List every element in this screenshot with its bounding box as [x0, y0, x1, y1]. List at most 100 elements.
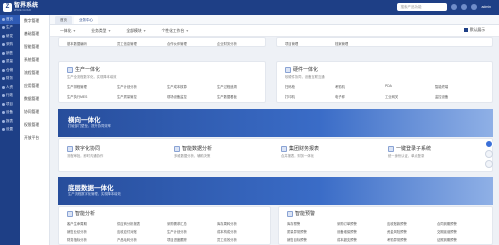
subnav-item[interactable]: 权限管理: [20, 119, 49, 132]
link-item[interactable]: 应收应付对账: [117, 229, 137, 234]
card-smart-warning[interactable]: 智能预警 库存预警 采购订单预警 应收账款预警 合同到期预警 质量异常预警 设备…: [278, 206, 493, 245]
filter-dropdown[interactable]: 一体化 ▾: [60, 28, 75, 34]
link-item[interactable]: 证照到期预警: [437, 237, 457, 242]
link-item[interactable]: 合作伙伴管理: [167, 41, 187, 46]
link-item[interactable]: 成本构成分析: [217, 229, 237, 234]
search-input[interactable]: 搜索产品功能: [397, 3, 448, 11]
link-item[interactable]: 库存预警: [287, 221, 300, 226]
link-item[interactable]: 采购需求汇总: [167, 221, 187, 226]
chevron-down-icon: ▾: [73, 28, 76, 33]
subnav-item[interactable]: 智能管理: [20, 41, 49, 54]
link-item[interactable]: 现场设备监控: [167, 94, 187, 99]
link-item[interactable]: 资金风险预警: [387, 229, 407, 234]
link-item[interactable]: 生产数据看板: [217, 94, 237, 99]
link-item[interactable]: 监控设备: [435, 94, 448, 99]
help-icon[interactable]: [461, 4, 468, 10]
link-item[interactable]: 交期延误预警: [437, 229, 457, 234]
sidebar-item[interactable]: 财务: [0, 75, 20, 84]
link-item[interactable]: 生产过程追溯: [217, 84, 237, 89]
card-description: 统一身份认证，单点登录: [388, 154, 425, 158]
filter-dropdown[interactable]: 个性化工作台 ▾: [161, 28, 188, 34]
link-item[interactable]: 生产质量管控: [117, 94, 137, 99]
feature-card[interactable]: 集团财务报表 合并报表，财务一体化: [281, 145, 319, 158]
feature-card[interactable]: 一键登录子系统 统一身份认证，单点登录: [388, 145, 431, 158]
card-title: 数字化协同: [75, 146, 101, 152]
link-item[interactable]: 考勤异常预警: [387, 237, 407, 242]
link-item[interactable]: 工业网关: [385, 94, 398, 99]
link-item[interactable]: 质量异常预警: [287, 229, 307, 234]
filter-dropdown[interactable]: 业务类型 ▾: [91, 28, 110, 34]
tab-business-center[interactable]: 业务中心: [74, 16, 98, 24]
link-item[interactable]: 员工绩效分析: [217, 237, 237, 242]
link-item[interactable]: 供应商分析报表: [117, 221, 140, 226]
bell-icon[interactable]: [451, 4, 458, 10]
subnav-item[interactable]: 数字管理: [20, 15, 49, 28]
sidebar-item[interactable]: 仓储: [0, 66, 20, 75]
link-item[interactable]: 考勤机: [335, 84, 345, 89]
sidebar-item[interactable]: 首页: [0, 15, 20, 24]
subnav-item[interactable]: 数据管理: [20, 93, 49, 106]
link-item[interactable]: 成本超支预警: [337, 237, 357, 242]
link-item[interactable]: 采购订单预警: [337, 221, 357, 226]
subnav-item[interactable]: 开放平台: [20, 132, 49, 145]
user-name[interactable]: admin: [481, 5, 491, 9]
link-item[interactable]: 销售业绩分析: [67, 229, 87, 234]
link-item[interactable]: 生产排程管理: [67, 84, 87, 89]
app-logo[interactable]: Z 智界系统 ZHIJIE CLOUD: [0, 3, 60, 12]
link-item[interactable]: 项目进度跟踪: [167, 237, 187, 242]
subnav-item[interactable]: 基础管理: [20, 28, 49, 41]
subnav-item[interactable]: 协同管理: [20, 106, 49, 119]
link-item[interactable]: 设备维保预警: [337, 229, 357, 234]
avatar[interactable]: [471, 4, 478, 10]
tab-home[interactable]: 首页: [55, 16, 72, 24]
sidebar-item[interactable]: 人资: [0, 83, 20, 92]
sidebar-item[interactable]: 行政: [0, 92, 20, 101]
card-production[interactable]: 生产一体化 生产全流程数字化，实现降本增效 生产排程管理 生产计划分析 生产成本…: [58, 61, 266, 103]
sidebar-item[interactable]: 采购: [0, 41, 20, 50]
feature-card[interactable]: 智能数据分析 多维数据分析，辅助决策: [174, 145, 212, 158]
link-item[interactable]: 员工信息管理: [117, 41, 137, 46]
help-float-button[interactable]: [485, 140, 493, 148]
card-smart-analysis[interactable]: 智能分析 客户生命周期 供应商分析报表 采购需求汇总 库存周转分析 销售业绩分析…: [58, 206, 271, 245]
feedback-float-button[interactable]: [485, 150, 493, 158]
sidebar-item[interactable]: 研发: [0, 32, 20, 41]
link-item[interactable]: 电子秤: [335, 94, 345, 99]
link-item[interactable]: 档案管理: [335, 41, 348, 46]
default-display-toggle[interactable]: 默认展示: [463, 28, 485, 33]
card-hardware[interactable]: 硬件一体化 软硬件协同，设备互联互通 扫码枪 考勤机 PDA 智能终端 打印机 …: [276, 61, 493, 103]
feature-card[interactable]: 数字化协同 流程审批，即时沟通协作: [67, 145, 103, 158]
default-display-label: 默认展示: [469, 28, 485, 32]
link-item[interactable]: 企业财务分析: [217, 41, 237, 46]
link-item[interactable]: 合同到期预警: [437, 221, 457, 226]
link-item[interactable]: PDA: [385, 84, 392, 88]
link-item[interactable]: 销售目标预警: [287, 237, 307, 242]
link-item[interactable]: 生产计划分析: [167, 229, 187, 234]
office-icon: [2, 94, 5, 98]
link-item[interactable]: 打印机: [285, 94, 295, 99]
sidebar-item[interactable]: 报表: [0, 117, 20, 126]
subnav-item[interactable]: 流程管理: [20, 67, 49, 80]
link-item[interactable]: 生产计划分析: [117, 84, 137, 89]
link-item[interactable]: 扫码枪: [285, 84, 295, 89]
sidebar-item[interactable]: 项目: [0, 100, 20, 109]
link-item[interactable]: 财务指标分析: [67, 237, 87, 242]
link-item[interactable]: 基本数据编码: [67, 41, 87, 46]
link-item[interactable]: 生产成本核算: [167, 84, 187, 89]
sidebar-item[interactable]: 销售: [0, 49, 20, 58]
sidebar-item[interactable]: 质量: [0, 58, 20, 67]
sidebar-item[interactable]: 生产: [0, 24, 20, 33]
link-item[interactable]: 产品毛利分析: [117, 237, 137, 242]
link-item[interactable]: 智能终端: [435, 84, 448, 89]
subnav-item[interactable]: 系统管理: [20, 54, 49, 67]
link-item[interactable]: 客户生命周期: [67, 221, 87, 226]
back-to-top-button[interactable]: [485, 160, 493, 168]
link-item[interactable]: 生产执行MES: [67, 94, 87, 99]
link-item[interactable]: 项目管理: [285, 41, 298, 46]
filter-dropdown[interactable]: 全部模块 ▾: [126, 28, 145, 34]
sidebar-item[interactable]: 设置: [0, 126, 20, 135]
subnav-item[interactable]: 应用管理: [20, 80, 49, 93]
sidebar-item[interactable]: 设备: [0, 109, 20, 118]
sidebar-item-label: 仓储: [6, 67, 13, 72]
link-item[interactable]: 应收账款预警: [387, 221, 407, 226]
link-item[interactable]: 库存周转分析: [217, 221, 237, 226]
